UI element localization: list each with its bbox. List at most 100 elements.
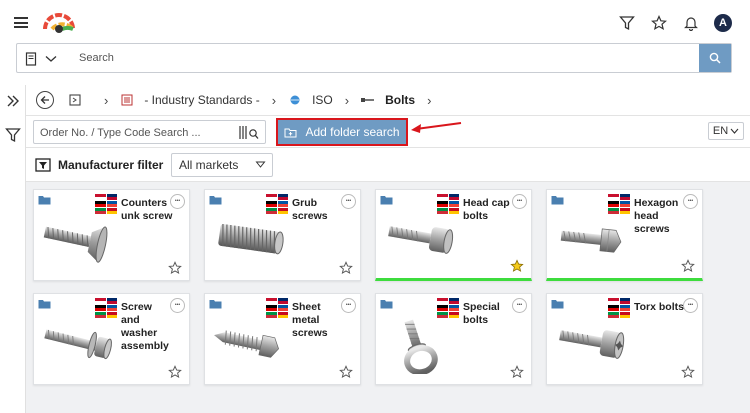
bell-icon[interactable] <box>682 14 700 32</box>
category-card[interactable]: Special bolts ••• <box>375 293 532 385</box>
card-title[interactable]: Grub screws <box>292 197 344 223</box>
breadcrumb-iso[interactable]: ISO <box>288 93 333 107</box>
flag-icon <box>608 201 619 207</box>
card-title[interactable]: Torx bolts <box>634 301 686 314</box>
ellipsis-icon: ••• <box>516 302 523 308</box>
expand-double-chevron-icon[interactable] <box>5 93 21 109</box>
flag-icon <box>95 312 106 318</box>
more-options-button[interactable]: ••• <box>341 194 356 209</box>
language-flags <box>437 298 459 318</box>
flag-icon <box>106 298 117 304</box>
favorite-star-icon[interactable] <box>681 259 695 273</box>
product-thumbnail[interactable] <box>553 314 633 374</box>
bolt-icon <box>361 94 375 106</box>
flag-icon <box>277 312 288 318</box>
more-options-button[interactable]: ••• <box>512 298 527 313</box>
search-icon <box>709 52 721 64</box>
language-select[interactable]: EN <box>708 122 744 140</box>
flag-icon <box>619 305 630 311</box>
ellipsis-icon: ••• <box>174 198 181 204</box>
card-title[interactable]: Screw and washer assembly <box>121 301 173 353</box>
add-folder-search-button[interactable]: Add folder search <box>276 118 408 146</box>
category-card[interactable]: Head cap bolts ••• <box>375 189 532 281</box>
logo[interactable] <box>42 13 76 36</box>
favorite-star-icon[interactable] <box>339 365 353 379</box>
card-title[interactable]: Special bolts <box>463 301 515 327</box>
favorite-star-icon[interactable] <box>168 365 182 379</box>
ellipsis-icon: ••• <box>345 302 352 308</box>
flag-icon <box>106 208 117 214</box>
language-flags <box>95 298 117 318</box>
flag-icon <box>437 208 448 214</box>
standards-catalog-icon <box>120 94 134 106</box>
breadcrumb-bolts[interactable]: Bolts <box>361 93 415 107</box>
filter-icon[interactable] <box>5 127 21 143</box>
card-title[interactable]: Counters unk screw <box>121 197 173 223</box>
chevron-down-icon <box>255 161 266 168</box>
folder-icon <box>380 196 393 205</box>
product-thumbnail[interactable] <box>211 210 291 270</box>
more-options-button[interactable]: ••• <box>341 298 356 313</box>
breadcrumb-industry-standards[interactable]: - Industry Standards - <box>120 93 260 107</box>
chevron-right-icon[interactable]: › <box>427 93 431 108</box>
markets-select[interactable]: All markets <box>171 153 273 177</box>
flag-icon <box>106 194 117 200</box>
breadcrumb-label: - Industry Standards - <box>144 93 260 107</box>
flag-icon <box>448 194 459 200</box>
folder-icon <box>380 300 393 309</box>
more-options-button[interactable]: ••• <box>683 298 698 313</box>
flag-icon <box>619 298 630 304</box>
product-thumbnail[interactable] <box>553 210 633 270</box>
card-title[interactable]: Sheet metal screws <box>292 301 344 340</box>
category-card[interactable]: Torx bolts ••• <box>546 293 703 385</box>
barcode-scan-icon[interactable] <box>239 125 259 140</box>
product-thumbnail[interactable] <box>382 314 462 376</box>
product-thumbnail[interactable] <box>40 210 120 270</box>
search-input[interactable] <box>75 47 675 69</box>
more-options-button[interactable]: ••• <box>512 194 527 209</box>
flag-icon <box>277 305 288 311</box>
flag-icon <box>608 312 619 318</box>
annotation-arrow-icon <box>411 122 462 133</box>
category-card[interactable]: Screw and washer assembly ••• <box>33 293 190 385</box>
order-number-input[interactable] <box>40 124 230 141</box>
favorite-star-icon[interactable] <box>681 365 695 379</box>
favorite-star-icon[interactable] <box>510 365 524 379</box>
favorite-star-icon[interactable] <box>339 261 353 275</box>
star-icon[interactable] <box>650 14 668 32</box>
order-number-search <box>33 120 266 144</box>
flag-icon <box>266 194 277 200</box>
more-options-button[interactable]: ••• <box>683 194 698 209</box>
category-card[interactable]: Grub screws ••• <box>204 189 361 281</box>
product-thumbnail[interactable] <box>211 314 291 374</box>
favorite-star-icon[interactable] <box>510 259 524 273</box>
search-button[interactable] <box>699 44 731 72</box>
flag-icon <box>277 194 288 200</box>
language-flags <box>437 194 459 214</box>
search-type-dropdown[interactable] <box>25 50 75 68</box>
filter-icon[interactable] <box>618 14 636 32</box>
ellipsis-icon: ••• <box>345 198 352 204</box>
category-card[interactable]: Hexagon head screws ••• <box>546 189 703 281</box>
card-title[interactable]: Hexagon head screws <box>634 197 686 236</box>
category-card[interactable]: Counters unk screw ••• <box>33 189 190 281</box>
flag-icon <box>95 194 106 200</box>
product-thumbnail[interactable] <box>40 314 120 374</box>
more-options-button[interactable]: ••• <box>170 298 185 313</box>
flag-icon <box>448 298 459 304</box>
flag-icon <box>106 201 117 207</box>
favorite-star-icon[interactable] <box>168 261 182 275</box>
folder-icon <box>209 300 222 309</box>
flag-icon <box>266 312 277 318</box>
chevron-right-icon: › <box>104 92 109 108</box>
avatar[interactable]: A <box>714 14 732 32</box>
back-button[interactable] <box>36 91 54 109</box>
more-options-button[interactable]: ••• <box>170 194 185 209</box>
product-thumbnail[interactable] <box>382 210 462 270</box>
hamburger-icon[interactable] <box>14 17 28 28</box>
language-flags <box>608 298 630 318</box>
card-title[interactable]: Head cap bolts <box>463 197 515 223</box>
folder-icon <box>209 196 222 205</box>
category-card[interactable]: Sheet metal screws ••• <box>204 293 361 385</box>
home-icon[interactable] <box>68 94 82 106</box>
